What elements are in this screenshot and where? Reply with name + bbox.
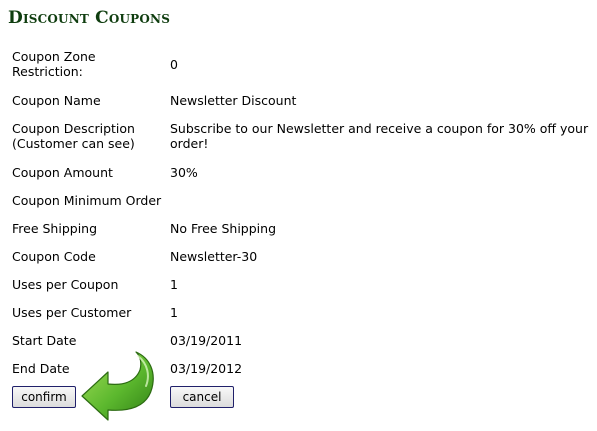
coupon-amount-value: 30% [170,165,198,180]
end-date-value: 03/19/2012 [170,361,243,376]
coupon-description-label: Coupon Description (Customer can see) [12,121,135,151]
uses-per-coupon-value: 1 [170,277,178,292]
coupon-code-label: Coupon Code [12,249,96,264]
green-curved-arrow-icon [81,351,154,421]
page-title: Discount Coupons [8,8,171,28]
coupon-amount-label: Coupon Amount [12,165,113,180]
free-shipping-label: Free Shipping [12,221,98,236]
free-shipping-value: No Free Shipping [170,221,276,236]
start-date-label: Start Date [12,333,77,348]
confirm-button[interactable]: confirm [12,386,76,408]
cancel-button[interactable]: cancel [170,386,234,408]
coupon-zone-restriction-label: Coupon Zone Restriction: [12,49,96,79]
start-date-value: 03/19/2011 [170,333,243,348]
uses-per-coupon-label: Uses per Coupon [12,277,119,292]
coupon-name-label: Coupon Name [12,93,101,108]
coupon-zone-restriction-value: 0 [170,57,178,72]
uses-per-customer-value: 1 [170,305,178,320]
coupon-name-value: Newsletter Discount [170,93,297,108]
coupon-code-value: Newsletter-30 [170,249,258,264]
coupon-description-value: Subscribe to our Newsletter and receive … [170,121,589,151]
uses-per-customer-label: Uses per Customer [12,305,132,320]
coupon-minimum-order-label: Coupon Minimum Order [12,193,162,208]
